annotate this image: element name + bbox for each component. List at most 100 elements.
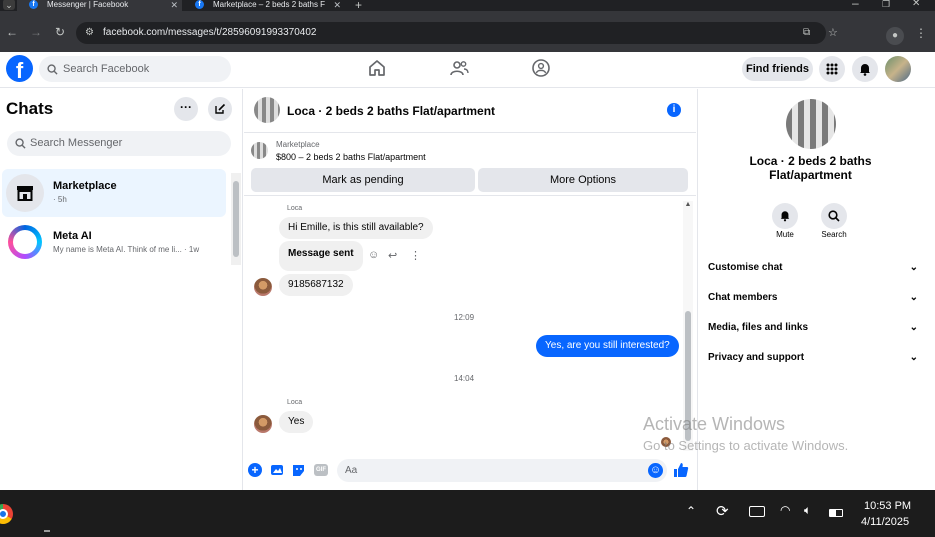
shop-icon (17, 186, 33, 201)
facebook-favicon-icon: f (195, 0, 204, 9)
listing-thumbnail[interactable] (251, 142, 268, 159)
privacy-support-item[interactable]: Privacy and support ⌄ (708, 348, 918, 368)
close-tab-icon[interactable]: ✕ (333, 0, 341, 10)
sticker-icon[interactable] (292, 463, 306, 477)
search-label: Search (821, 230, 847, 239)
search-icon (15, 138, 26, 149)
reply-icon[interactable]: ↩ (388, 249, 397, 262)
tab-marketplace[interactable]: f Marketplace – 2 beds 2 baths F ✕ (183, 0, 345, 11)
listing-title[interactable]: $800 – 2 beds 2 baths Flat/apartment (276, 152, 426, 162)
forward-icon[interactable]: → (30, 26, 42, 38)
minimize-icon[interactable]: – (852, 0, 859, 9)
media-files-links-item[interactable]: Media, files and links ⌄ (708, 318, 918, 338)
menu-label: Media, files and links (708, 322, 809, 333)
mark-as-pending-button[interactable]: Mark as pending (251, 168, 475, 192)
search-icon (47, 64, 58, 75)
chevron-up-icon[interactable]: ⌃ (686, 504, 696, 518)
mute-button[interactable] (772, 203, 798, 229)
incoming-message[interactable]: 9185687132 (279, 274, 353, 296)
find-friends-button[interactable]: Find friends (742, 57, 813, 81)
thumbs-up-icon[interactable] (673, 462, 689, 478)
account-avatar[interactable] (885, 56, 911, 82)
reload-icon[interactable]: ↻ (55, 26, 65, 38)
profile-icon[interactable]: ● (886, 27, 904, 45)
chat-options-button[interactable]: ··· (174, 97, 198, 121)
gif-icon[interactable]: GIF (314, 464, 328, 476)
meta-ai-avatar (8, 225, 42, 259)
more-options-button[interactable]: More Options (478, 168, 688, 192)
close-tab-icon[interactable]: ✕ (170, 0, 178, 10)
url-text: facebook.com/messages/t/2859609199337040… (103, 27, 317, 38)
chats-title: Chats (6, 99, 54, 118)
mute-label: Mute (776, 230, 794, 239)
plus-circle-icon[interactable]: + (248, 463, 262, 477)
new-tab-icon[interactable]: + (355, 0, 362, 11)
menu-label: Customise chat (708, 262, 783, 273)
menu-grid-button[interactable] (819, 56, 845, 82)
chrome-menu-icon[interactable]: ⋮ (915, 27, 927, 39)
taskbar-date[interactable]: 4/11/2025 (861, 516, 909, 528)
marketplace-avatar (6, 174, 44, 212)
conversation-title[interactable]: Loca · 2 beds 2 baths Flat/apartment (287, 104, 495, 118)
back-icon[interactable]: ← (6, 26, 18, 38)
restore-icon[interactable]: ❐ (882, 0, 890, 10)
more-actions-icon[interactable]: ⋮ (410, 249, 421, 262)
chrome-taskbar-icon[interactable] (0, 504, 13, 524)
keyboard-icon[interactable] (749, 506, 765, 517)
message-sent-card[interactable]: Message sent (279, 241, 363, 271)
chevron-down-icon: ⌄ (909, 292, 918, 303)
sender-avatar[interactable] (254, 278, 272, 296)
message-input-placeholder: Aa (345, 465, 358, 476)
conversation-header: Loca · 2 beds 2 baths Flat/apartment i (244, 89, 696, 133)
tab-list-icon[interactable]: ⌄ (3, 0, 15, 10)
message-input[interactable]: Aa ☺ (337, 459, 667, 482)
chat-members-item[interactable]: Chat members ⌄ (708, 288, 918, 308)
message-timestamp: 12:09 (454, 313, 475, 322)
new-message-button[interactable] (208, 97, 232, 121)
facebook-header: f Search Facebook Find friends (0, 52, 935, 88)
chat-name: Marketplace (53, 180, 117, 192)
sender-avatar[interactable] (254, 415, 272, 433)
search-button[interactable] (821, 203, 847, 229)
incoming-message[interactable]: Yes (279, 411, 314, 433)
sidebar-scrollbar[interactable] (231, 173, 241, 265)
marketplace-listing-box: Marketplace $800 – 2 beds 2 baths Flat/a… (244, 134, 696, 196)
chat-item-meta-ai[interactable]: Meta AI My name is Meta AI. Think of me … (2, 219, 226, 267)
bell-icon (860, 64, 870, 76)
close-window-icon[interactable]: ✕ (912, 0, 920, 10)
incoming-message[interactable]: Hi Emille, is this still available? (279, 217, 433, 239)
site-info-icon[interactable]: ⚙ (85, 22, 94, 44)
facebook-favicon-icon: f (29, 0, 38, 9)
chat-name: Meta AI (53, 230, 92, 242)
facebook-search-input[interactable]: Search Facebook (39, 56, 231, 82)
groups-icon[interactable] (531, 58, 551, 78)
browser-tab-bar: ⌄ f Messenger | Facebook ✕ f Marketplace… (0, 0, 935, 11)
details-title: Loca · 2 beds 2 baths Flat/apartment (749, 154, 872, 182)
home-icon[interactable] (367, 58, 387, 78)
taskbar-time[interactable]: 10:53 PM (864, 500, 911, 512)
address-bar[interactable]: ⚙ facebook.com/messages/t/28596091993370… (76, 22, 838, 44)
sender-name: Loca (287, 399, 303, 406)
outgoing-message[interactable]: Yes, are you still interested? (536, 335, 679, 357)
battery-icon[interactable] (829, 509, 843, 517)
tab-messenger[interactable]: f Messenger | Facebook ✕ (17, 0, 182, 11)
sync-icon[interactable]: ⟳ (716, 502, 729, 520)
messenger-search-input[interactable]: Search Messenger (7, 131, 231, 156)
emoji-icon[interactable]: ☺ (648, 463, 663, 478)
notifications-button[interactable] (852, 56, 878, 82)
wifi-icon[interactable]: ◠ (780, 503, 790, 517)
facebook-logo-icon[interactable]: f (6, 55, 33, 83)
marketplace-label: Marketplace (276, 140, 320, 149)
listing-photo[interactable] (254, 97, 280, 123)
volume-icon[interactable]: 🔈︎ (804, 503, 811, 518)
install-app-icon[interactable]: ⧉ (803, 22, 810, 44)
photo-icon[interactable] (270, 463, 284, 477)
chat-item-marketplace[interactable]: Marketplace · 5h (2, 169, 226, 217)
bookmark-star-icon[interactable]: ☆ (828, 22, 838, 44)
info-icon[interactable]: i (667, 103, 681, 117)
listing-profile-photo[interactable] (786, 99, 836, 149)
taskbar-active-indicator (44, 530, 50, 532)
customise-chat-item[interactable]: Customise chat ⌄ (708, 258, 918, 278)
friends-icon[interactable] (449, 58, 469, 78)
react-icon[interactable]: ☺ (368, 249, 379, 261)
